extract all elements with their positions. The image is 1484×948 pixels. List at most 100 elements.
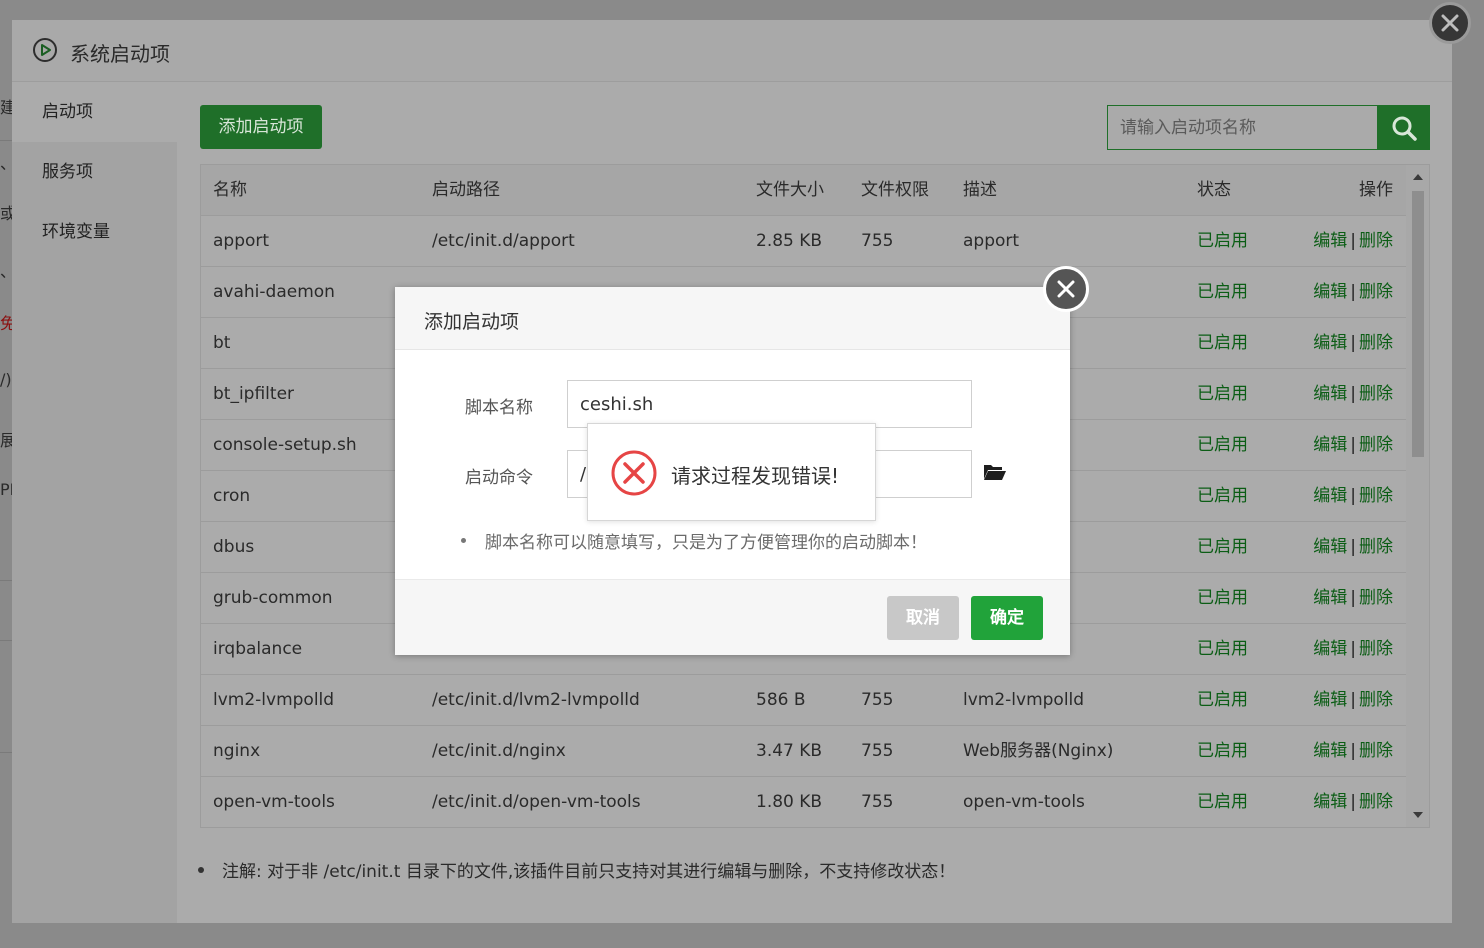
row-operations: 编辑 | 删除 — [1291, 369, 1393, 420]
row-size: 1.80 KB — [756, 792, 823, 812]
sidebar-item-services[interactable]: 服务项 — [12, 142, 177, 202]
row-name: console-setup.sh — [213, 435, 357, 455]
delete-link[interactable]: 删除 — [1359, 282, 1393, 302]
row-name: grub-common — [213, 588, 333, 608]
add-dialog-close-button[interactable] — [1043, 266, 1089, 312]
row-status[interactable]: 已启用 — [1197, 522, 1277, 573]
edit-link[interactable]: 编辑 — [1313, 384, 1347, 404]
delete-link[interactable]: 删除 — [1359, 537, 1393, 557]
ops-separator: | — [1350, 741, 1356, 761]
background-divider — [0, 580, 12, 581]
search-input[interactable] — [1107, 105, 1378, 150]
edit-link[interactable]: 编辑 — [1313, 486, 1347, 506]
row-status[interactable]: 已启用 — [1197, 318, 1277, 369]
row-status[interactable]: 已启用 — [1197, 369, 1277, 420]
delete-link[interactable]: 删除 — [1359, 384, 1393, 404]
edit-link[interactable]: 编辑 — [1313, 639, 1347, 659]
cancel-button[interactable]: 取消 — [887, 596, 959, 640]
play-circle-icon — [33, 38, 57, 62]
row-permission: 755 — [861, 741, 894, 761]
edit-link[interactable]: 编辑 — [1313, 282, 1347, 302]
search-button[interactable] — [1377, 105, 1430, 150]
folder-open-icon[interactable] — [983, 463, 1007, 481]
row-status[interactable]: 已启用 — [1197, 573, 1277, 624]
delete-link[interactable]: 删除 — [1359, 639, 1393, 659]
scroll-up-arrow-icon[interactable] — [1413, 174, 1423, 180]
close-icon — [1441, 14, 1459, 32]
delete-link[interactable]: 删除 — [1359, 588, 1393, 608]
edit-link[interactable]: 编辑 — [1313, 792, 1347, 812]
add-startup-button[interactable]: 添加启动项 — [200, 105, 322, 149]
row-operations: 编辑 | 删除 — [1291, 624, 1393, 675]
background-divider — [0, 640, 12, 641]
table-header-row: 名称 启动路径 文件大小 文件权限 描述 状态 操作 — [201, 165, 1406, 216]
row-path: /etc/init.d/apport — [432, 231, 575, 251]
row-operations: 编辑 | 删除 — [1291, 471, 1393, 522]
add-dialog-header: 添加启动项 — [395, 287, 1070, 350]
dialog-title: 系统启动项 — [70, 42, 170, 66]
edit-link[interactable]: 编辑 — [1313, 231, 1347, 251]
delete-link[interactable]: 删除 — [1359, 486, 1393, 506]
table-row: nginx/etc/init.d/nginx 3.47 KB 755 Web服务器(N… — [201, 726, 1406, 777]
header-operations: 操作 — [1359, 180, 1393, 200]
row-operations: 编辑 | 删除 — [1291, 522, 1393, 573]
row-status[interactable]: 已启用 — [1197, 726, 1277, 777]
delete-link[interactable]: 删除 — [1359, 333, 1393, 353]
ops-separator: | — [1350, 333, 1356, 353]
row-status[interactable]: 已启用 — [1197, 216, 1277, 267]
ops-separator: | — [1350, 588, 1356, 608]
close-icon — [1057, 280, 1075, 298]
edit-link[interactable]: 编辑 — [1313, 690, 1347, 710]
row-name: open-vm-tools — [213, 792, 335, 812]
scroll-thumb[interactable] — [1412, 191, 1424, 457]
row-description: apport — [963, 231, 1020, 251]
sidebar: 启动项 服务项 环境变量 — [12, 82, 177, 923]
script-name-input[interactable] — [567, 380, 972, 428]
row-operations: 编辑 | 删除 — [1291, 726, 1393, 777]
delete-link[interactable]: 删除 — [1359, 231, 1393, 251]
row-name: avahi-daemon — [213, 282, 335, 302]
edit-link[interactable]: 编辑 — [1313, 741, 1347, 761]
ops-separator: | — [1350, 435, 1356, 455]
row-name: dbus — [213, 537, 255, 557]
edit-link[interactable]: 编辑 — [1313, 537, 1347, 557]
row-status[interactable]: 已启用 — [1197, 675, 1277, 726]
row-status[interactable]: 已启用 — [1197, 471, 1277, 522]
header-status: 状态 — [1197, 180, 1231, 200]
delete-link[interactable]: 删除 — [1359, 435, 1393, 455]
header-size: 文件大小 — [756, 180, 824, 200]
edit-link[interactable]: 编辑 — [1313, 435, 1347, 455]
ops-separator: | — [1350, 282, 1356, 302]
sidebar-item-startup[interactable]: 启动项 — [12, 82, 177, 142]
background-text: 建 — [0, 98, 12, 117]
delete-link[interactable]: 删除 — [1359, 690, 1393, 710]
ops-separator: | — [1350, 384, 1356, 404]
confirm-button[interactable]: 确定 — [971, 596, 1043, 640]
row-operations: 编辑 | 删除 — [1291, 675, 1393, 726]
delete-link[interactable]: 删除 — [1359, 741, 1393, 761]
table-row: open-vm-tools/etc/init.d/open-vm-tools 1.… — [201, 777, 1406, 827]
table-row: lvm2-lvmpolld/etc/init.d/lvm2-lvmpolld 58… — [201, 675, 1406, 726]
delete-link[interactable]: 删除 — [1359, 792, 1393, 812]
row-status[interactable]: 已启用 — [1197, 624, 1277, 675]
row-status[interactable]: 已启用 — [1197, 777, 1277, 827]
row-operations: 编辑 | 删除 — [1291, 420, 1393, 471]
row-status[interactable]: 已启用 — [1197, 420, 1277, 471]
sidebar-item-env-vars[interactable]: 环境变量 — [12, 202, 177, 262]
script-name-label: 脚本名称 — [465, 398, 533, 418]
edit-link[interactable]: 编辑 — [1313, 588, 1347, 608]
search-box — [1107, 105, 1430, 150]
table-scrollbar[interactable] — [1406, 165, 1429, 827]
background-divider — [0, 140, 12, 141]
background-text: 或 — [0, 204, 12, 223]
ops-separator: | — [1350, 231, 1356, 251]
background-text: 免 — [0, 314, 12, 333]
main-dialog-close-button[interactable] — [1429, 2, 1471, 44]
row-name: bt — [213, 333, 231, 353]
scroll-down-arrow-icon[interactable] — [1413, 812, 1423, 818]
background-text: /) — [0, 370, 12, 389]
row-status[interactable]: 已启用 — [1197, 267, 1277, 318]
edit-link[interactable]: 编辑 — [1313, 333, 1347, 353]
search-icon — [1392, 116, 1417, 141]
row-description: lvm2-lvmpolld — [963, 690, 1085, 710]
